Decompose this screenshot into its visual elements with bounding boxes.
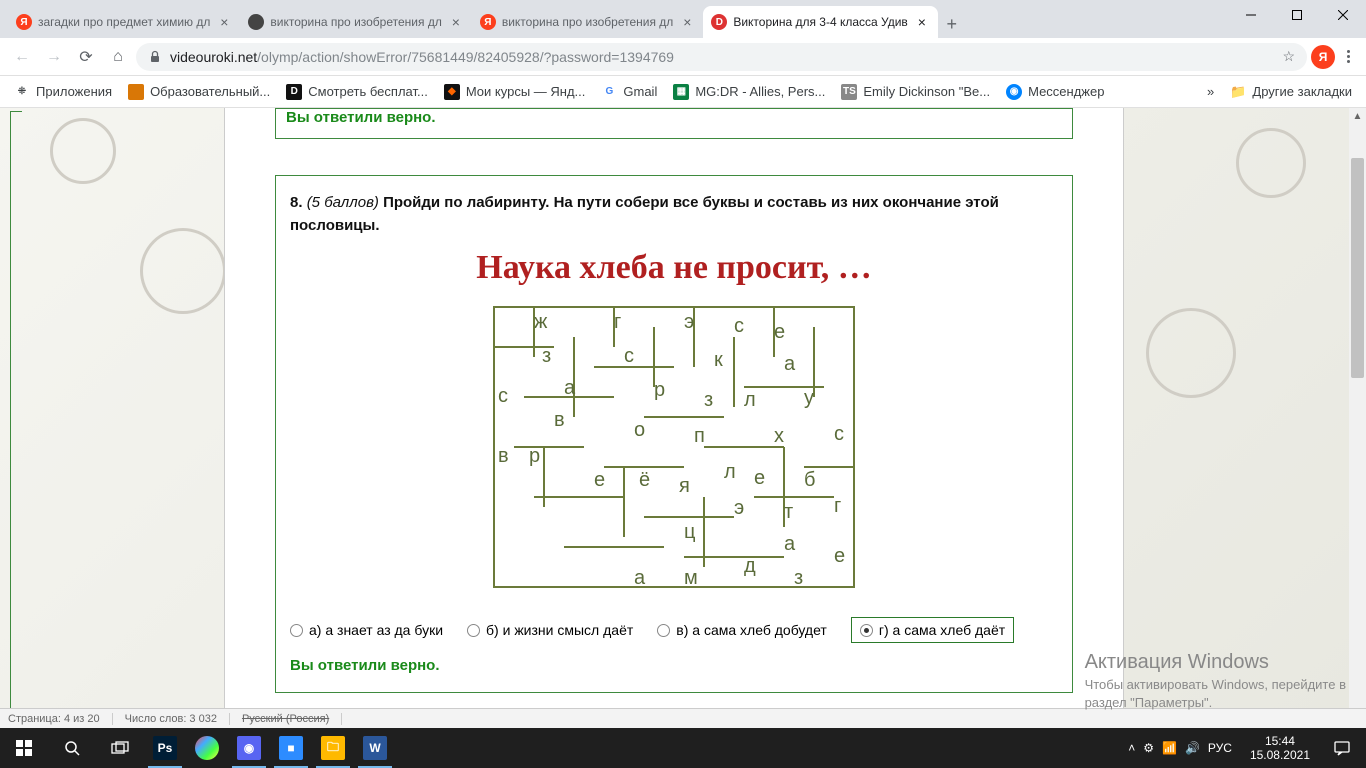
language-indicator[interactable]: РУС bbox=[1208, 741, 1232, 755]
tab-1[interactable]: викторина про изобретения дл × bbox=[240, 6, 471, 38]
apps-icon: ⁜ bbox=[14, 84, 30, 100]
address-bar[interactable]: videouroki.net/olymp/action/showError/75… bbox=[136, 43, 1307, 71]
bookmark-icon: G bbox=[601, 84, 617, 100]
tab-3-active[interactable]: D Викторина для 3-4 класса Удив × bbox=[703, 6, 938, 38]
maze-svg bbox=[484, 297, 864, 597]
taskbar-app-photoshop[interactable]: Ps bbox=[144, 728, 186, 768]
taskbar-app-paint[interactable] bbox=[186, 728, 228, 768]
wifi-icon[interactable]: ⚙ bbox=[1143, 741, 1154, 755]
bookmark-1[interactable]: Образовательный... bbox=[122, 80, 276, 104]
bookmark-4[interactable]: GGmail bbox=[595, 80, 663, 104]
action-center-button[interactable] bbox=[1322, 728, 1362, 768]
folder-icon: 📁 bbox=[1230, 84, 1246, 100]
system-tray[interactable]: ˄ ⚙ 📶 🔊 РУС bbox=[1122, 741, 1238, 755]
windows-taskbar: Ps ◉ ■ 🗀 W ˄ ⚙ 📶 🔊 РУС 15:44 15.08.2021 bbox=[0, 728, 1366, 768]
radio-icon-checked bbox=[860, 624, 873, 637]
tab-close[interactable]: × bbox=[679, 14, 695, 30]
quiz-panel: Вы ответили верно. 8. (5 баллов) Пройди … bbox=[224, 108, 1124, 728]
bookmark-icon: ◆ bbox=[444, 84, 460, 100]
new-tab-button[interactable]: + bbox=[938, 10, 966, 38]
nav-back[interactable]: ← bbox=[8, 43, 36, 71]
tab-title: викторина про изобретения дл bbox=[502, 15, 673, 29]
tab-favicon bbox=[248, 14, 264, 30]
start-button[interactable] bbox=[0, 728, 48, 768]
bookmarks-bar: ⁜Приложения Образовательный... DСмотреть… bbox=[0, 76, 1366, 108]
tab-title: викторина про изобретения дл bbox=[270, 15, 441, 29]
bookmark-5[interactable]: ▦MG:DR - Allies, Pers... bbox=[667, 80, 831, 104]
bookmark-icon: ◉ bbox=[1006, 84, 1022, 100]
left-border-decoration bbox=[10, 111, 22, 725]
toolbar: ← → ⟳ ⌂ videouroki.net/olymp/action/show… bbox=[0, 38, 1366, 76]
status-lang: Русский (Россия) bbox=[242, 713, 342, 725]
prev-question-result: Вы ответили верно. bbox=[275, 108, 1073, 139]
tab-close[interactable]: × bbox=[448, 14, 464, 30]
bookmark-other-folder[interactable]: 📁Другие закладки bbox=[1224, 80, 1358, 104]
answer-option-a[interactable]: а) а знает аз да буки bbox=[290, 622, 443, 638]
question-8-box: 8. (5 баллов) Пройди по лабиринту. На пу… bbox=[275, 175, 1073, 693]
taskbar-app-discord[interactable]: ◉ bbox=[228, 728, 270, 768]
maze-image: ж г э с е з с к а с а р з л у в о bbox=[290, 297, 1058, 597]
answer-option-c[interactable]: в) а сама хлеб добудет bbox=[657, 622, 827, 638]
search-button[interactable] bbox=[48, 728, 96, 768]
scroll-up-icon[interactable]: ▲ bbox=[1349, 108, 1366, 125]
bookmark-apps[interactable]: ⁜Приложения bbox=[8, 80, 118, 104]
page-scrollbar[interactable]: ▲ ▼ bbox=[1349, 108, 1366, 728]
window-maximize[interactable] bbox=[1274, 0, 1320, 30]
bookmark-7[interactable]: ◉Мессенджер bbox=[1000, 80, 1110, 104]
browser-menu[interactable] bbox=[1339, 50, 1358, 63]
network-icon[interactable]: 📶 bbox=[1162, 741, 1177, 755]
answer-option-d-correct[interactable]: г) а сама хлеб даёт bbox=[851, 617, 1014, 643]
bookmark-icon: ▦ bbox=[673, 84, 689, 100]
taskbar-app-explorer[interactable]: 🗀 bbox=[312, 728, 354, 768]
taskbar-clock[interactable]: 15:44 15.08.2021 bbox=[1242, 734, 1318, 763]
bookmark-star-icon[interactable]: ☆ bbox=[1282, 48, 1295, 65]
window-minimize[interactable] bbox=[1228, 0, 1274, 30]
tab-favicon: D bbox=[711, 14, 727, 30]
radio-icon bbox=[467, 624, 480, 637]
taskbar-app-word[interactable]: W bbox=[354, 728, 396, 768]
tab-favicon: Я bbox=[480, 14, 496, 30]
volume-icon[interactable]: 🔊 bbox=[1185, 741, 1200, 755]
page-content: Вы ответили верно. 8. (5 баллов) Пройди … bbox=[0, 108, 1366, 728]
bookmark-icon: D bbox=[286, 84, 302, 100]
status-words: Число слов: 3 032 bbox=[125, 713, 230, 725]
result-text: Вы ответили верно. bbox=[290, 657, 1058, 674]
windows-activation-watermark: Активация Windows Чтобы активировать Win… bbox=[1085, 648, 1346, 712]
answer-options: а) а знает аз да буки б) и жизни смысл д… bbox=[290, 617, 1058, 643]
bookmarks-overflow[interactable]: » bbox=[1201, 80, 1220, 103]
bookmark-icon: TS bbox=[841, 84, 857, 100]
tab-title: загадки про предмет химию дл bbox=[38, 15, 210, 29]
nav-home[interactable]: ⌂ bbox=[104, 43, 132, 71]
bookmark-3[interactable]: ◆Мои курсы — Янд... bbox=[438, 80, 592, 104]
bookmark-2[interactable]: DСмотреть бесплат... bbox=[280, 80, 434, 104]
tab-close[interactable]: × bbox=[914, 14, 930, 30]
answer-option-b[interactable]: б) и жизни смысл даёт bbox=[467, 622, 633, 638]
task-view-button[interactable] bbox=[96, 728, 144, 768]
lock-icon bbox=[148, 50, 162, 64]
status-page: Страница: 4 из 20 bbox=[8, 713, 113, 725]
tab-strip: Я загадки про предмет химию дл × виктори… bbox=[0, 0, 1366, 38]
taskbar-app-zoom[interactable]: ■ bbox=[270, 728, 312, 768]
bookmark-icon bbox=[128, 84, 144, 100]
radio-icon bbox=[657, 624, 670, 637]
maze-title: Наука хлеба не просит, … bbox=[290, 249, 1058, 287]
tab-2[interactable]: Я викторина про изобретения дл × bbox=[472, 6, 703, 38]
scroll-thumb[interactable] bbox=[1351, 158, 1364, 378]
yandex-extension-icon[interactable]: Я bbox=[1311, 45, 1335, 69]
bookmark-6[interactable]: TSEmily Dickinson "Be... bbox=[835, 80, 996, 104]
window-close[interactable] bbox=[1320, 0, 1366, 30]
nav-forward[interactable]: → bbox=[40, 43, 68, 71]
question-text: 8. (5 баллов) Пройди по лабиринту. На пу… bbox=[290, 192, 1058, 237]
nav-reload[interactable]: ⟳ bbox=[72, 43, 100, 71]
tab-0[interactable]: Я загадки про предмет химию дл × bbox=[8, 6, 240, 38]
tab-favicon: Я bbox=[16, 14, 32, 30]
url-text: videouroki.net/olymp/action/showError/75… bbox=[170, 49, 1274, 65]
radio-icon bbox=[290, 624, 303, 637]
tab-title: Викторина для 3-4 класса Удив bbox=[733, 15, 908, 29]
tray-chevron-icon[interactable]: ˄ bbox=[1128, 741, 1135, 755]
tab-close[interactable]: × bbox=[216, 14, 232, 30]
